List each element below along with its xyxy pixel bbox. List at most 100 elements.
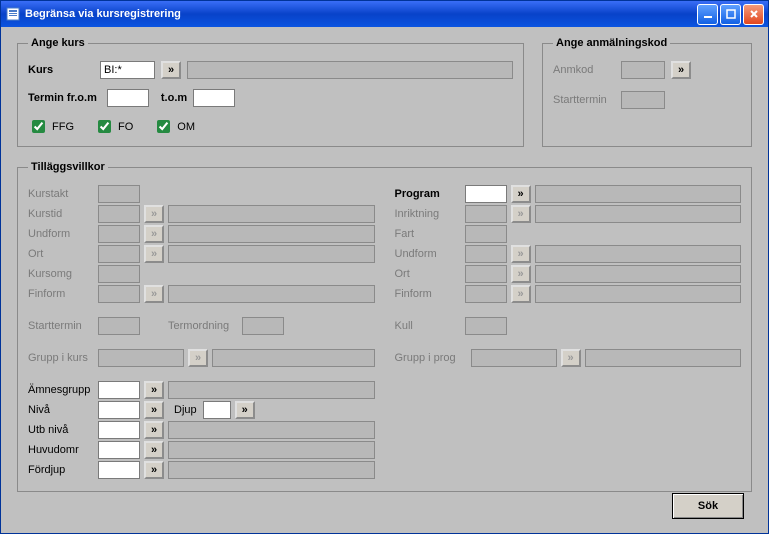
grupp-kurs-picker-button[interactable]: » bbox=[188, 349, 208, 367]
anmkod-label: Anmkod bbox=[553, 64, 615, 76]
djup-picker-button[interactable]: » bbox=[235, 401, 255, 419]
niva-picker-button[interactable]: » bbox=[144, 401, 164, 419]
niva-input[interactable] bbox=[98, 401, 140, 419]
program-picker-button[interactable]: » bbox=[511, 185, 531, 203]
huvudomr-label: Huvudomr bbox=[28, 444, 94, 456]
program-display bbox=[535, 185, 742, 203]
fo-label: FO bbox=[118, 121, 133, 133]
om-checkbox-wrap[interactable]: OM bbox=[153, 117, 195, 136]
amnesgrupp-picker-button[interactable]: » bbox=[144, 381, 164, 399]
left-column: Kurstakt Kurstid» Undform» Ort» Kursomg … bbox=[28, 185, 375, 481]
minimize-button[interactable] bbox=[697, 4, 718, 25]
amnesgrupp-display bbox=[168, 381, 375, 399]
tillaggsvillkor-group: Tilläggsvillkor Kurstakt Kurstid» Undfor… bbox=[17, 161, 752, 492]
content-area: Ange kurs Kurs » Termin fr.o.m t.o.m FFG… bbox=[1, 27, 768, 533]
finform-r-display bbox=[535, 285, 742, 303]
termordning-input bbox=[242, 317, 284, 335]
kurs-label: Kurs bbox=[28, 64, 94, 76]
anm-starttermin-input bbox=[621, 91, 665, 109]
ange-kurs-group: Ange kurs Kurs » Termin fr.o.m t.o.m FFG… bbox=[17, 37, 524, 147]
anmkod-picker-button[interactable]: » bbox=[671, 61, 691, 79]
program-label: Program bbox=[395, 188, 461, 200]
finform-picker-button[interactable]: » bbox=[144, 285, 164, 303]
niva-label: Nivå bbox=[28, 404, 94, 416]
ort-r-picker-button[interactable]: » bbox=[511, 265, 531, 283]
ffg-checkbox[interactable] bbox=[32, 120, 45, 133]
ort-r-label: Ort bbox=[395, 268, 461, 280]
ort-picker-button[interactable]: » bbox=[144, 245, 164, 263]
starttermin-label: Starttermin bbox=[28, 320, 94, 332]
om-checkbox[interactable] bbox=[157, 120, 170, 133]
finform-r-input bbox=[465, 285, 507, 303]
window-title: Begränsa via kursregistrering bbox=[25, 8, 697, 20]
inriktning-picker-button[interactable]: » bbox=[511, 205, 531, 223]
utbniva-input[interactable] bbox=[98, 421, 140, 439]
djup-input[interactable] bbox=[203, 401, 231, 419]
kursomg-input bbox=[98, 265, 140, 283]
titlebar: Begränsa via kursregistrering bbox=[1, 1, 768, 27]
app-icon bbox=[5, 6, 21, 22]
undform-picker-button[interactable]: » bbox=[144, 225, 164, 243]
ange-kurs-legend: Ange kurs bbox=[28, 37, 88, 49]
djup-label: Djup bbox=[174, 404, 197, 416]
termordning-label: Termordning bbox=[168, 320, 238, 332]
inriktning-input bbox=[465, 205, 507, 223]
undform-r-input bbox=[465, 245, 507, 263]
finform-r-picker-button[interactable]: » bbox=[511, 285, 531, 303]
undform-r-label: Undform bbox=[395, 248, 461, 260]
fordjup-display bbox=[168, 461, 375, 479]
ort-input bbox=[98, 245, 140, 263]
finform-input bbox=[98, 285, 140, 303]
program-input[interactable] bbox=[465, 185, 507, 203]
finform-display bbox=[168, 285, 375, 303]
fart-label: Fart bbox=[395, 228, 461, 240]
close-button[interactable] bbox=[743, 4, 764, 25]
amnesgrupp-input[interactable] bbox=[98, 381, 140, 399]
kurs-picker-button[interactable]: » bbox=[161, 61, 181, 79]
fo-checkbox-wrap[interactable]: FO bbox=[94, 117, 133, 136]
fo-checkbox[interactable] bbox=[98, 120, 111, 133]
grupp-prog-display bbox=[585, 349, 742, 367]
utbniva-picker-button[interactable]: » bbox=[144, 421, 164, 439]
undform-input bbox=[98, 225, 140, 243]
ort-display bbox=[168, 245, 375, 263]
fordjup-label: Fördjup bbox=[28, 464, 94, 476]
grupp-kurs-label: Grupp i kurs bbox=[28, 352, 94, 364]
huvudomr-display bbox=[168, 441, 375, 459]
ort-r-input bbox=[465, 265, 507, 283]
inriktning-display bbox=[535, 205, 742, 223]
kurstid-label: Kurstid bbox=[28, 208, 94, 220]
undform-label: Undform bbox=[28, 228, 94, 240]
undform-r-picker-button[interactable]: » bbox=[511, 245, 531, 263]
window-buttons bbox=[697, 4, 764, 25]
finform-r-label: Finform bbox=[395, 288, 461, 300]
kurstid-picker-button[interactable]: » bbox=[144, 205, 164, 223]
grupp-prog-label: Grupp i prog bbox=[395, 352, 467, 364]
fordjup-picker-button[interactable]: » bbox=[144, 461, 164, 479]
kurstakt-input bbox=[98, 185, 140, 203]
huvudomr-picker-button[interactable]: » bbox=[144, 441, 164, 459]
right-column: Program» Inriktning» Fart Undform» Ort» … bbox=[395, 185, 742, 481]
ort-label: Ort bbox=[28, 248, 94, 260]
kurs-input[interactable] bbox=[100, 61, 155, 79]
grupp-kurs-input bbox=[98, 349, 184, 367]
kurs-display bbox=[187, 61, 513, 79]
termin-to-input[interactable] bbox=[193, 89, 235, 107]
search-button[interactable]: Sök bbox=[672, 493, 744, 519]
ffg-checkbox-wrap[interactable]: FFG bbox=[28, 117, 74, 136]
maximize-button[interactable] bbox=[720, 4, 741, 25]
undform-display bbox=[168, 225, 375, 243]
fordjup-input[interactable] bbox=[98, 461, 140, 479]
kurstakt-label: Kurstakt bbox=[28, 188, 94, 200]
huvudomr-input[interactable] bbox=[98, 441, 140, 459]
termin-from-label: Termin fr.o.m bbox=[28, 92, 97, 104]
undform-r-display bbox=[535, 245, 742, 263]
ange-anmkod-group: Ange anmälningskod Anmkod » Starttermin bbox=[542, 37, 752, 147]
utbniva-label: Utb nivå bbox=[28, 424, 94, 436]
window: Begränsa via kursregistrering Ange kurs … bbox=[0, 0, 769, 534]
anm-starttermin-label: Starttermin bbox=[553, 94, 615, 106]
termin-from-input[interactable] bbox=[107, 89, 149, 107]
ffg-label: FFG bbox=[52, 121, 74, 133]
anmkod-input bbox=[621, 61, 665, 79]
grupp-prog-picker-button[interactable]: » bbox=[561, 349, 581, 367]
